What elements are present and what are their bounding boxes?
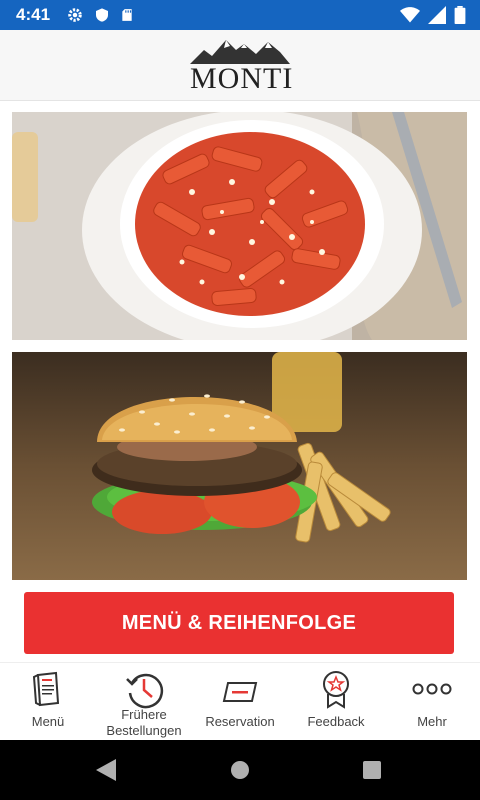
tab-more[interactable]: Mehr	[384, 663, 480, 741]
menu-book-icon	[32, 671, 60, 707]
sd-card-icon	[122, 9, 132, 21]
system-nav-bar	[0, 740, 480, 800]
status-bar: 4:41	[0, 0, 480, 30]
bottom-tab-bar: Menü Frühere Bestellungen Reservation Fe…	[0, 662, 480, 741]
logo-text: MONTI	[190, 62, 294, 95]
history-icon	[126, 673, 164, 709]
tab-menu[interactable]: Menü	[0, 663, 96, 741]
tab-more-label: Mehr	[417, 714, 447, 729]
shield-icon	[96, 8, 108, 22]
back-button[interactable]	[94, 759, 118, 781]
wifi-icon	[400, 7, 420, 23]
recents-button[interactable]	[362, 760, 382, 780]
home-button[interactable]	[230, 760, 250, 780]
signal-icon	[428, 6, 446, 24]
tab-feedback-label: Feedback	[307, 714, 365, 729]
tab-reservation[interactable]: Reservation	[192, 663, 288, 741]
tab-feedback[interactable]: Feedback	[288, 663, 384, 741]
pasta-photo	[12, 112, 467, 340]
app-header: MONTI	[0, 30, 480, 101]
gear-icon	[68, 8, 82, 22]
tab-menu-label: Menü	[31, 714, 65, 729]
mountain-logo-icon	[190, 40, 290, 64]
monti-logo: MONTI	[190, 36, 294, 96]
tab-reservation-label: Reservation	[205, 714, 275, 729]
more-dots-icon	[412, 683, 452, 695]
burger-photo	[12, 352, 467, 580]
award-icon	[323, 671, 349, 709]
status-time: 4:41	[16, 5, 51, 24]
ticket-icon	[222, 682, 258, 702]
tab-previous-orders[interactable]: Frühere Bestellungen	[96, 663, 192, 741]
battery-icon	[454, 6, 466, 24]
tab-previous-orders-label: Frühere Bestellungen	[106, 707, 182, 738]
menu-and-order-button[interactable]: MENÜ & REIHENFOLGE	[24, 592, 454, 654]
